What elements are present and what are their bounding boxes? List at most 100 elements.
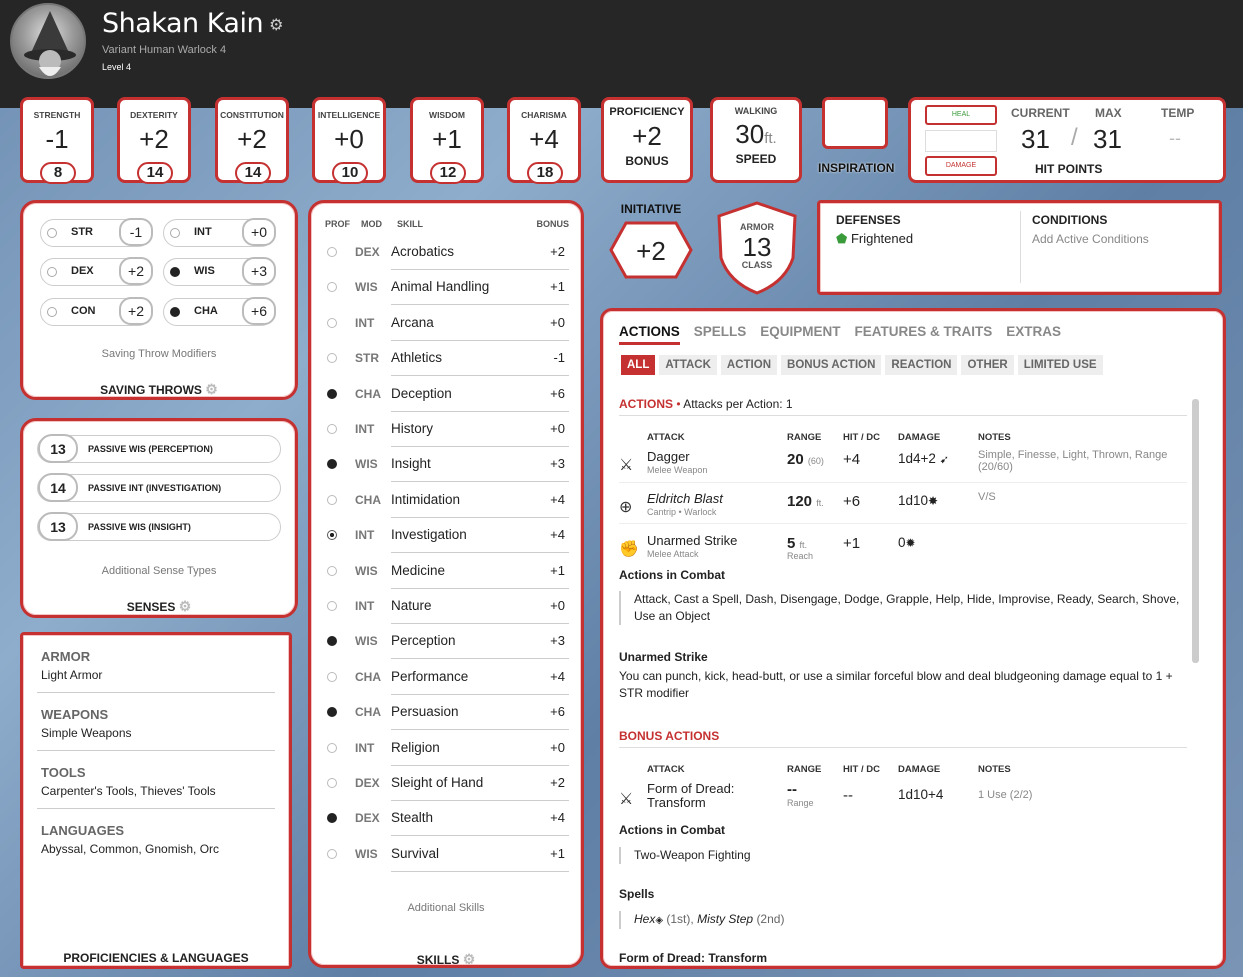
attack-damage-button[interactable]: 1d10+4 [898,787,943,802]
filter-attack[interactable]: ATTACK [659,355,717,375]
filter-action[interactable]: ACTION [720,355,778,375]
gear-icon[interactable]: ⚙ [463,951,476,967]
save-bonus: +2 [119,297,153,325]
filter-reaction[interactable]: REACTION [885,355,958,375]
filter-limited-use[interactable]: LIMITED USE [1017,355,1103,375]
skill-row[interactable]: INT Religion +0 [311,731,581,766]
passive-insight[interactable]: 13 PASSIVE WIS (INSIGHT) [37,512,281,541]
save-row-con[interactable]: CON +2 [40,297,153,326]
spell-misty-step[interactable]: Misty Step [697,912,753,926]
skill-bonus: +1 [550,279,565,295]
gear-icon[interactable]: ⚙ [179,598,192,614]
add-conditions-link[interactable]: Add Active Conditions [1032,232,1149,246]
save-row-wis[interactable]: WIS +3 [163,257,276,286]
skill-row[interactable]: DEX Stealth +4 [311,801,581,837]
skill-row[interactable]: INT Nature +0 [311,589,581,624]
proficiencies-panel[interactable]: ARMOR Light Armor WEAPONS Simple Weapons… [20,632,292,969]
save-row-dex[interactable]: DEX +2 [40,257,153,286]
saving-throws-title: SAVING THROWS [100,383,202,397]
attack-row-dagger[interactable]: ⚔ Dagger Melee Weapon 20 (60) +4 1d4+2 ➹… [603,443,1223,483]
skill-name: Nature [391,598,432,613]
filter-all[interactable]: ALL [621,355,656,375]
save-row-cha[interactable]: CHA +6 [163,297,276,326]
attack-hit-button[interactable]: -- [843,787,853,804]
heal-button[interactable]: HEAL [925,105,997,125]
skill-row[interactable]: WIS Insight +3 [311,447,581,483]
additional-skills-link[interactable]: Additional Skills [311,902,581,914]
hp-temp-value[interactable]: -- [1169,128,1181,149]
inspiration-box[interactable]: INSPIRATION [818,97,894,183]
skill-bonus: +1 [550,562,565,578]
ability-dexterity[interactable]: DEXTERITY +2 14 [117,97,191,184]
attack-range-type: Reach [787,551,814,561]
attack-damage-button[interactable]: 1d4+2 [898,451,936,466]
skill-row[interactable]: WIS Medicine +1 [311,554,581,589]
tab-equipment[interactable]: EQUIPMENT [760,324,840,339]
skill-bonus: +0 [550,314,565,330]
passive-investigation[interactable]: 14 PASSIVE INT (INVESTIGATION) [37,473,281,502]
col-range: RANGE [787,764,822,775]
spell-misty-step-level: (2nd) [756,912,785,926]
skill-row[interactable]: INT History +0 [311,412,581,447]
skill-name: Religion [391,739,440,755]
attack-row-form-of-dread[interactable]: ⚔ Form of Dread: Transform -- Range -- 1d… [603,775,1223,819]
filter-bonus-action[interactable]: BONUS ACTION [781,355,882,375]
ability-charisma[interactable]: CHARISMA +4 18 [507,97,581,184]
unarmed-strike-description: You can punch, kick, head-butt, or use a… [619,669,1173,700]
save-row-str[interactable]: STR -1 [40,218,153,247]
skill-row[interactable]: STR Athletics -1 [311,341,581,377]
skill-row[interactable]: CHA Persuasion +6 [311,695,581,731]
tab-extras[interactable]: EXTRAS [1006,324,1061,339]
additional-sense-types-link[interactable]: Additional Sense Types [23,565,295,577]
spell-hex[interactable]: Hex [634,912,655,926]
filter-other[interactable]: OTHER [961,355,1014,375]
skill-row[interactable]: WIS Perception +3 [311,624,581,660]
passive-perception[interactable]: 13 PASSIVE WIS (PERCEPTION) [37,434,281,463]
hp-amount-input[interactable] [925,130,997,152]
inspiration-toggle[interactable] [822,97,888,149]
save-bonus: +0 [242,218,276,246]
two-weapon-fighting-link[interactable]: Two-Weapon Fighting [619,847,751,864]
ability-label: CHARISMA [521,110,567,120]
attack-damage-button[interactable]: 0 [898,535,906,550]
tab-features-traits[interactable]: FEATURES & TRAITS [855,324,993,339]
skill-modifier-ability: INT [355,599,375,613]
saving-throw-modifiers-link[interactable]: Saving Throw Modifiers [23,348,295,360]
damage-button[interactable]: DAMAGE [925,156,997,176]
attack-row-eldritch-blast[interactable]: ⊕ Eldritch Blast Cantrip • Warlock 120 f… [603,485,1223,525]
speed-box[interactable]: WALKING 30ft. SPEED [710,97,802,183]
ability-intelligence[interactable]: INTELLIGENCE +0 10 [312,97,386,184]
defenses-conditions-panel[interactable]: DEFENSES ⬟ Frightened CONDITIONS Add Act… [817,200,1222,295]
skill-row[interactable]: CHA Deception +6 [311,377,581,412]
skill-row[interactable]: CHA Performance +4 [311,660,581,695]
skill-row[interactable]: INT Arcana +0 [311,306,581,341]
ability-wisdom[interactable]: WISDOM +1 12 [410,97,484,184]
ability-score: 14 [235,162,271,184]
tab-actions[interactable]: ACTIONS [619,324,680,345]
character-avatar[interactable] [10,3,86,79]
skill-row[interactable]: DEX Sleight of Hand +2 [311,766,581,801]
ability-constitution[interactable]: CONSTITUTION +2 14 [215,97,289,184]
skill-row[interactable]: DEX Acrobatics +2 [311,235,581,270]
ability-strength[interactable]: STRENGTH -1 8 [20,97,94,184]
skill-row[interactable]: WIS Animal Handling +1 [311,270,581,306]
attack-row-unarmed-strike[interactable]: ✊ Unarmed Strike Melee Attack 5 ft. Reach… [603,527,1223,567]
attack-hit-button[interactable]: +1 [843,535,860,552]
attack-damage-button[interactable]: 1d10 [898,493,928,508]
settings-gear-icon[interactable]: ⚙ [269,15,283,34]
actions-heading: ACTIONS [619,397,673,411]
hp-current-value[interactable]: 31 [1021,124,1050,155]
attack-subtitle: Cantrip • Warlock [647,507,717,517]
actions-in-combat-list[interactable]: Attack, Cast a Spell, Dash, Disengage, D… [619,591,1187,625]
hp-current-label: CURRENT [1011,106,1070,120]
tab-spells[interactable]: SPELLS [694,324,747,339]
ability-modifier: -1 [45,124,69,154]
skill-modifier-ability: INT [355,315,375,330]
gear-icon[interactable]: ⚙ [205,381,218,397]
skill-row[interactable]: INT Investigation +4 [311,518,581,554]
attack-hit-button[interactable]: +4 [843,451,860,468]
skill-row[interactable]: WIS Survival +1 [311,837,581,872]
attack-hit-button[interactable]: +6 [843,493,860,510]
save-row-int[interactable]: INT +0 [163,218,276,247]
skill-row[interactable]: CHA Intimidation +4 [311,483,581,518]
